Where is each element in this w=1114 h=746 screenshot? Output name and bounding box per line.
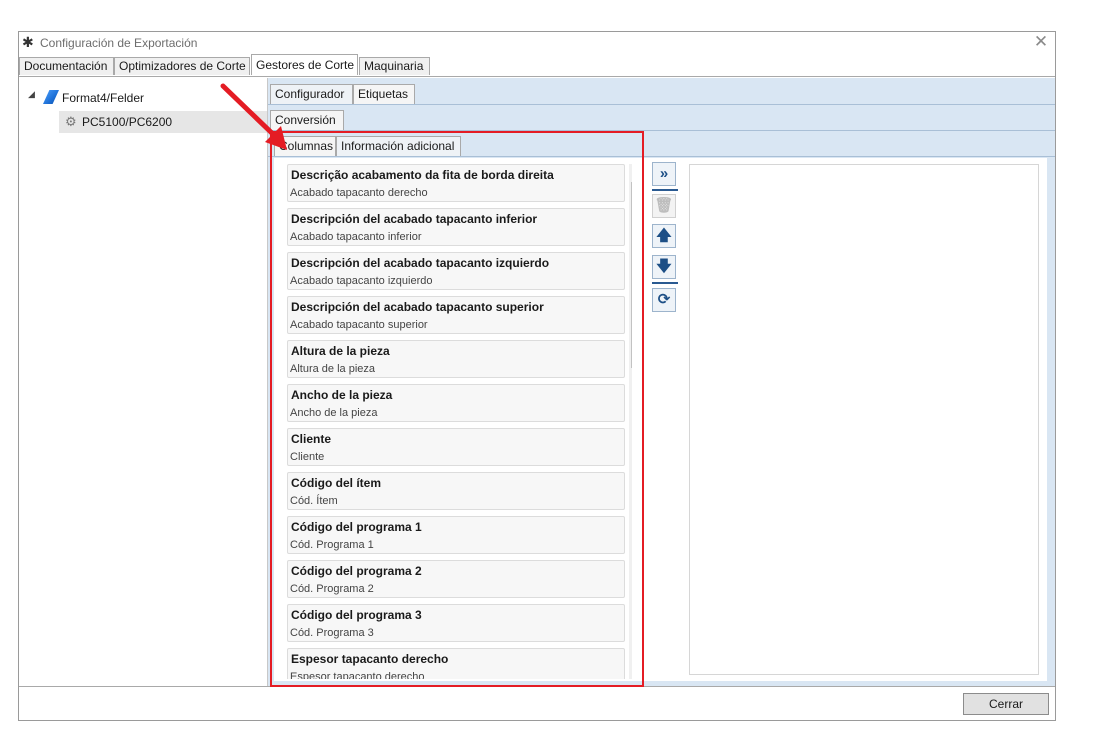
tree-node-pc5100[interactable]: ⚙ PC5100/PC6200 xyxy=(59,111,267,133)
toolbar-divider xyxy=(652,282,678,284)
tree-node-format4-felder[interactable]: Format4/Felder xyxy=(43,88,144,108)
reset-button[interactable]: ⟳ xyxy=(652,288,676,312)
tab-maquinaria[interactable]: Maquinaria xyxy=(359,57,430,75)
scroll-up-icon[interactable]: ⌃ xyxy=(629,166,632,180)
list-item[interactable]: Descrição acabamento da fita de borda di… xyxy=(287,164,625,202)
scroll-thumb[interactable] xyxy=(631,182,632,368)
list-item[interactable]: Código del programa 1 Cód. Programa 1 xyxy=(287,516,625,554)
window-title: Configuración de Exportación xyxy=(40,36,198,50)
tab-optimizadores-de-corte[interactable]: Optimizadores de Corte xyxy=(114,57,250,75)
tab-informacion-adicional[interactable]: Información adicional xyxy=(336,136,461,156)
toolbar-divider xyxy=(652,189,678,191)
list-item[interactable]: Código del ítem Cód. Ítem xyxy=(287,472,625,510)
close-button[interactable]: Cerrar xyxy=(963,693,1049,715)
settings-cog-icon: ⚙ xyxy=(65,114,77,129)
subtab-bar-3: Columnas Información adicional xyxy=(268,134,1055,157)
title-bar: ✱ Configuración de Exportación ✕ xyxy=(19,32,1055,54)
main-tab-bar: Documentación Optimizadores de Corte Ges… xyxy=(19,54,1055,77)
tab-columnas[interactable]: Columnas xyxy=(274,136,336,156)
columns-content: Descrição acabamento da fita de borda di… xyxy=(274,158,1047,681)
gear-icon: ✱ xyxy=(22,34,34,50)
scroll-down-icon[interactable]: ⌄ xyxy=(629,663,632,677)
list-item[interactable]: Descripción del acabado tapacanto inferi… xyxy=(287,208,625,246)
subtab-bar-1: Configurador Etiquetas xyxy=(268,82,1055,105)
tab-documentacion[interactable]: Documentación xyxy=(19,57,114,75)
list-item[interactable]: Código del programa 3 Cód. Programa 3 xyxy=(287,604,625,642)
tab-etiquetas[interactable]: Etiquetas xyxy=(353,84,415,104)
subtab-bar-2: Conversión xyxy=(268,108,1055,131)
tab-gestores-de-corte[interactable]: Gestores de Corte xyxy=(251,54,358,75)
add-all-button[interactable]: » xyxy=(652,162,676,186)
expand-arrow-icon[interactable]: ◢ xyxy=(28,89,35,100)
list-item[interactable]: Altura de la pieza Altura de la pieza xyxy=(287,340,625,378)
list-item[interactable]: Espesor tapacanto derecho Espesor tapacan… xyxy=(287,648,625,679)
tree-node-label: PC5100/PC6200 xyxy=(82,115,173,129)
tab-configurador[interactable]: Configurador xyxy=(270,84,353,104)
move-down-button[interactable]: 🡇 xyxy=(652,255,676,279)
move-up-button[interactable]: 🡅 xyxy=(652,224,676,248)
dialog-footer: Cerrar xyxy=(19,686,1055,720)
tree-view xyxy=(19,78,267,687)
config-panel: Configurador Etiquetas Conversión Column… xyxy=(267,78,1055,687)
list-item[interactable]: Ancho de la pieza Ancho de la pieza xyxy=(287,384,625,422)
list-item[interactable]: Cliente Cliente xyxy=(287,428,625,466)
list-item[interactable]: Descripción del acabado tapacanto izquie… xyxy=(287,252,625,290)
export-config-window: ✱ Configuración de Exportación ✕ Documen… xyxy=(18,31,1056,721)
close-icon[interactable]: ✕ xyxy=(1033,33,1049,51)
list-item[interactable]: Descripción del acabado tapacanto superi… xyxy=(287,296,625,334)
available-columns-list[interactable]: Descrição acabamento da fita de borda di… xyxy=(280,164,632,679)
list-item[interactable]: Código del programa 2 Cód. Programa 2 xyxy=(287,560,625,598)
vertical-scrollbar[interactable]: ⌃ ⌄ xyxy=(629,164,632,679)
format4-logo-icon xyxy=(43,90,59,104)
selected-columns-list[interactable] xyxy=(689,164,1039,675)
tree-node-label: Format4/Felder xyxy=(62,91,145,105)
delete-button[interactable]: 🗑 xyxy=(652,194,676,218)
tab-conversion[interactable]: Conversión xyxy=(270,110,344,130)
